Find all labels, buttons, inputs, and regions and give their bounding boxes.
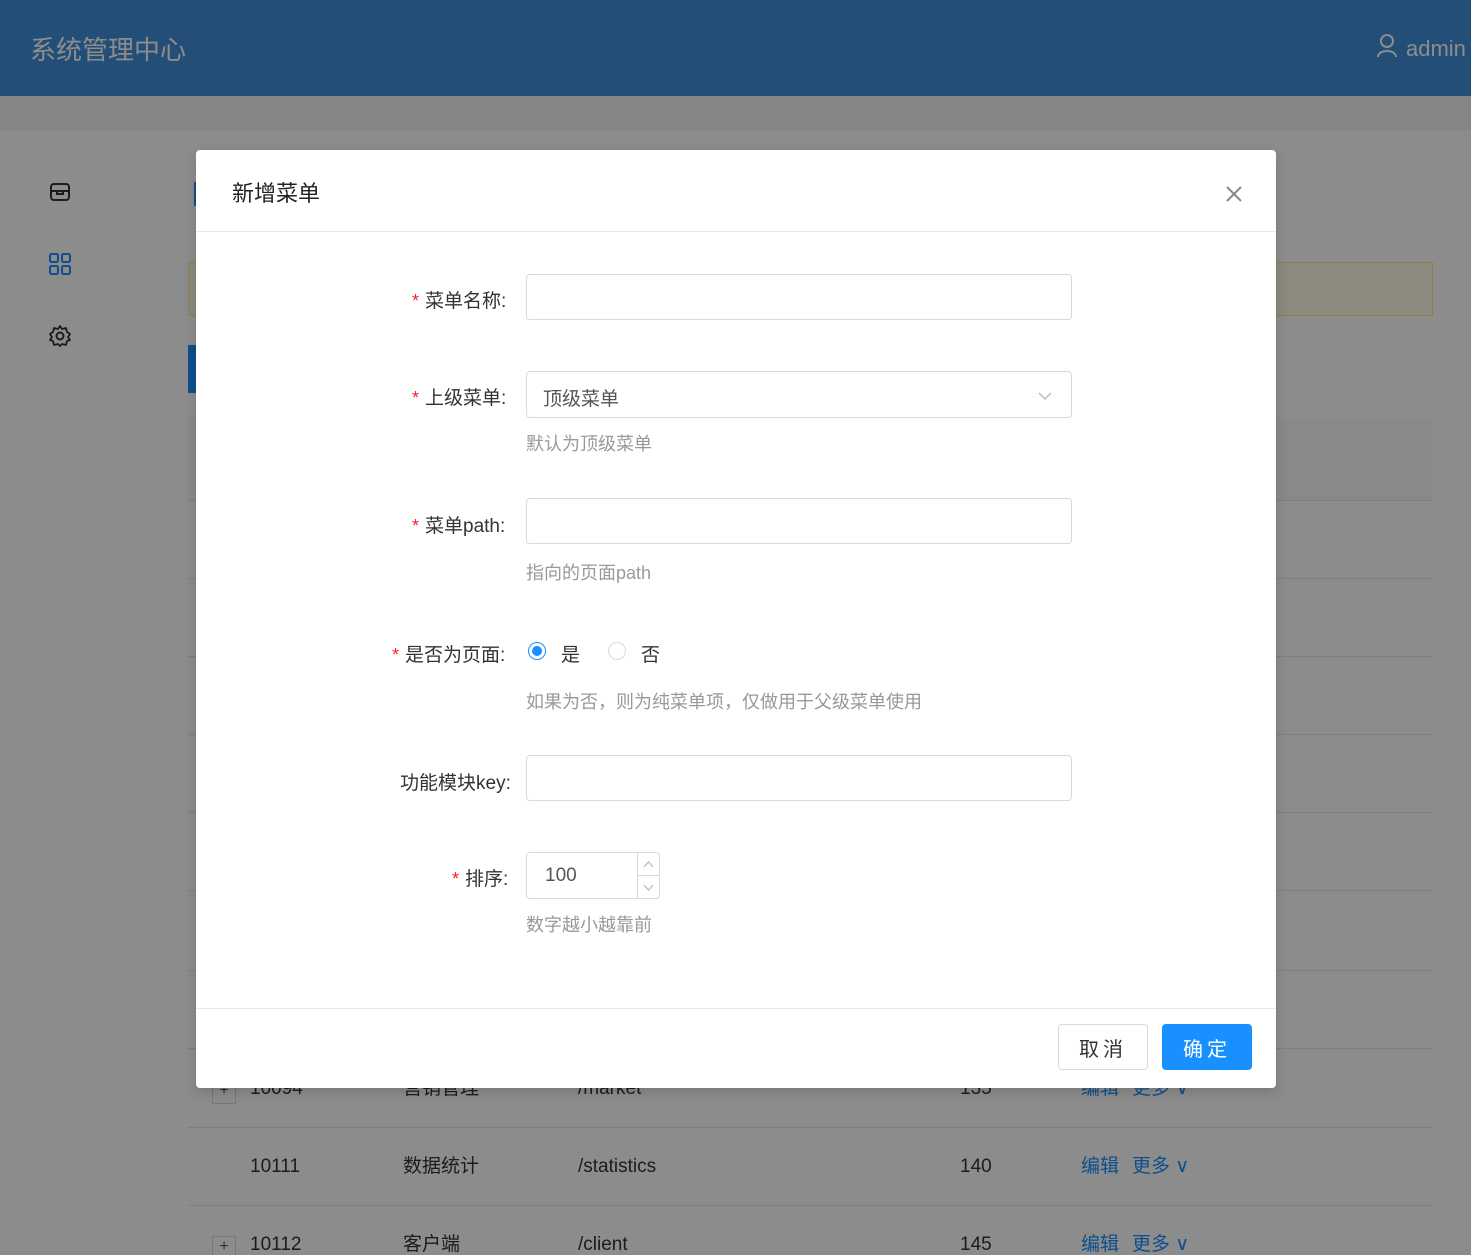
close-icon[interactable] [1224,184,1244,204]
dialog-footer: 取消 确定 [196,1008,1276,1088]
radio-no-label[interactable]: 否 [641,640,660,667]
is-page-hint: 如果为否，则为纯菜单项，仅做用于父级菜单使用 [526,692,922,712]
ok-button[interactable]: 确定 [1162,1024,1252,1070]
chevron-down-icon[interactable] [1037,388,1053,404]
dialog-header: 新增菜单 [196,150,1276,232]
required-mark: * [392,645,400,665]
menu-path-label: * 菜单path: [412,516,506,537]
parent-menu-hint: 默认为顶级菜单 [526,434,652,454]
radio-no[interactable] [608,642,626,660]
radio-yes-label[interactable]: 是 [561,640,580,667]
sort-hint: 数字越小越靠前 [526,915,652,935]
required-mark: * [412,388,420,408]
menu-path-input[interactable] [526,498,1072,544]
sort-number-input[interactable]: 100 [526,852,660,899]
radio-yes[interactable] [528,642,546,660]
menu-path-hint: 指向的页面path [526,563,652,583]
menu-name-input[interactable] [526,274,1072,320]
menu-name-label: * 菜单名称: [412,291,507,312]
sort-value: 100 [545,865,577,886]
add-menu-dialog: 新增菜单 * 菜单名称: * 上级菜单: 顶级菜单 默认为顶级菜单 * 菜单path:… [196,150,1276,1088]
required-mark: * [412,516,420,536]
module-key-input[interactable] [526,755,1072,801]
required-mark: * [412,291,420,311]
step-up-icon[interactable] [638,853,660,876]
sort-label: * 排序: [452,869,509,890]
radio-dot [532,646,542,656]
module-key-label: 功能模块key: [400,773,511,794]
parent-menu-select[interactable]: 顶级菜单 [526,371,1072,418]
step-down-icon[interactable] [638,876,660,899]
required-mark: * [452,869,460,889]
stepper [637,853,660,899]
cancel-button[interactable]: 取消 [1058,1024,1148,1070]
parent-menu-label: * 上级菜单: [412,388,507,409]
is-page-label: * 是否为页面: [392,645,506,666]
parent-menu-value: 顶级菜单 [543,389,620,410]
dialog-title: 新增菜单 [232,181,321,206]
